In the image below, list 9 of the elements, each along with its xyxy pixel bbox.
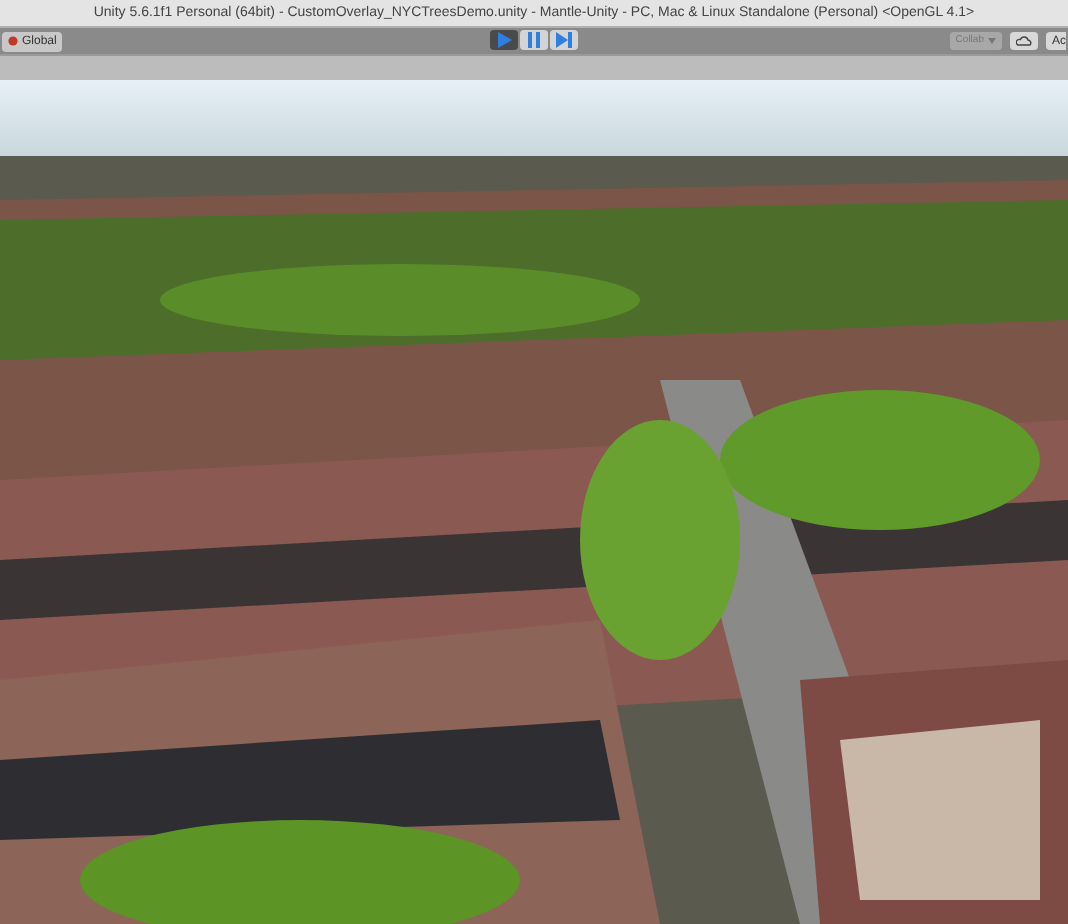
caret-icon [987,38,996,44]
play-icon [496,32,512,48]
cloud-button[interactable] [1009,32,1038,50]
playback-button[interactable] [490,30,518,50]
pause-icon [526,32,542,48]
cloud-icon [1015,36,1032,46]
playback-button[interactable] [550,30,578,50]
step-icon [556,32,572,48]
playback-button[interactable] [520,30,548,50]
